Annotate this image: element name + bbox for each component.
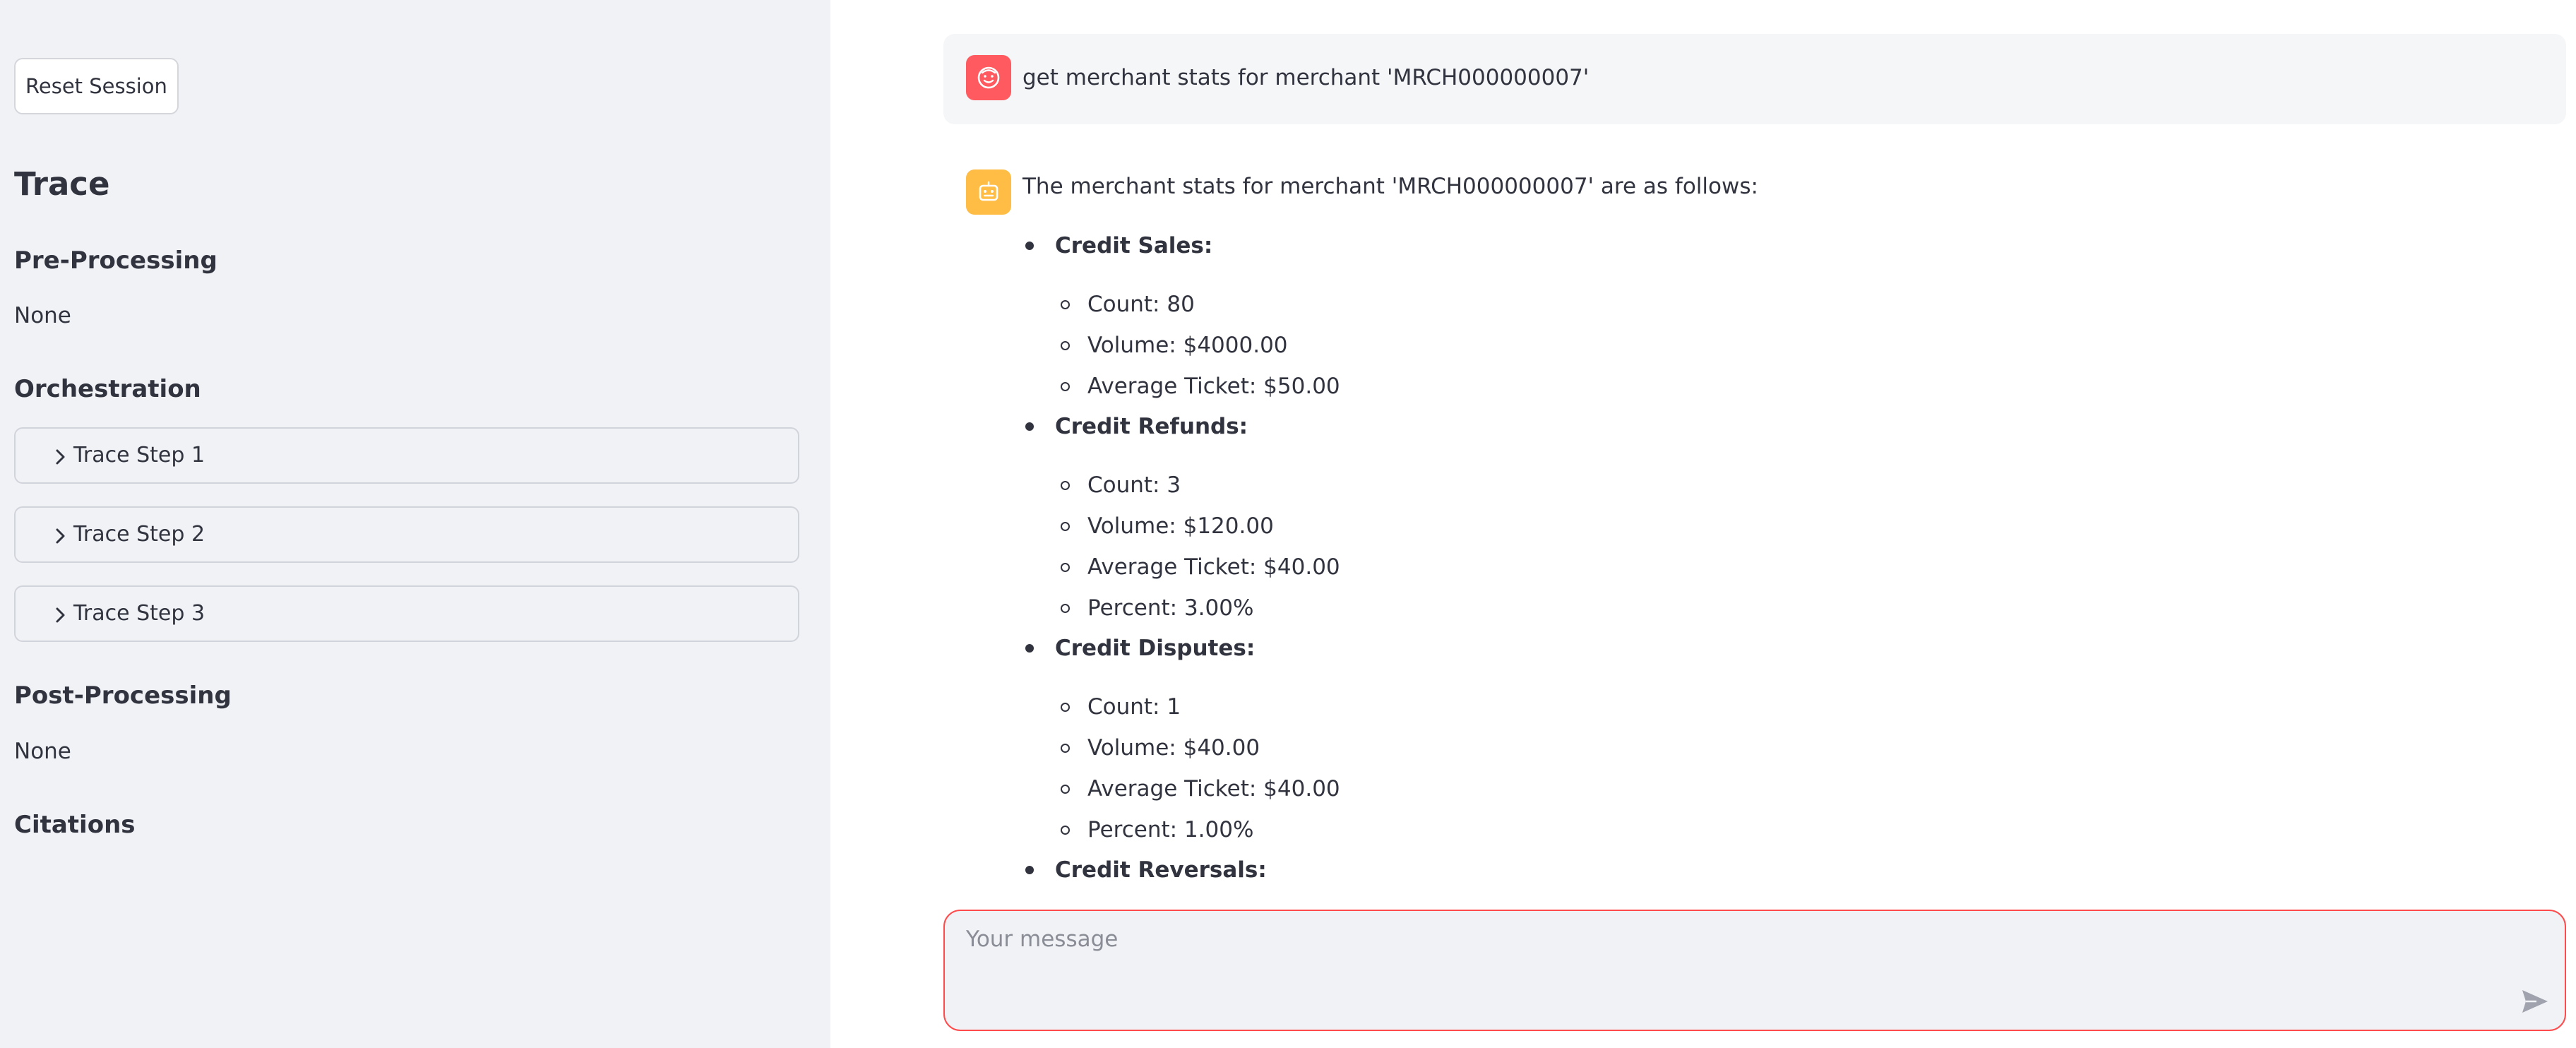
- post-processing-value: None: [14, 739, 71, 764]
- sublist-bullet: [1061, 481, 1070, 490]
- section-title: Credit Sales:: [1055, 233, 1213, 258]
- sublist-bullet: [1061, 744, 1070, 753]
- sublist-bullet: [1061, 785, 1070, 794]
- section-title: Credit Reversals:: [1055, 857, 1267, 883]
- list-item: Volume: $120.00: [1087, 513, 1274, 539]
- reset-session-button[interactable]: Reset Session: [14, 58, 179, 114]
- list-item: Volume: $4000.00: [1087, 333, 1288, 358]
- app: Reset Session Trace Pre-Processing None …: [0, 0, 2576, 1048]
- section-title: Credit Refunds:: [1055, 414, 1248, 439]
- sublist-bullet: [1061, 300, 1070, 309]
- orchestration-heading: Orchestration: [14, 375, 201, 403]
- list-item: Percent: 3.00%: [1087, 595, 1254, 621]
- trace-step-label: Trace Step 2: [73, 522, 205, 547]
- assistant-intro-text: The merchant stats for merchant 'MRCH000…: [1022, 174, 1758, 199]
- trace-step-1-expander[interactable]: Trace Step 1: [14, 427, 799, 484]
- trace-step-label: Trace Step 1: [73, 443, 205, 468]
- list-item: Average Ticket: $40.00: [1087, 554, 1340, 580]
- sublist-bullet: [1061, 703, 1070, 712]
- list-item: Volume: $40.00: [1087, 735, 1260, 761]
- assistant-avatar: [966, 169, 1011, 215]
- sidebar: Reset Session Trace Pre-Processing None …: [0, 0, 830, 1048]
- list-item: Average Ticket: $50.00: [1087, 374, 1340, 399]
- list-bullet: [1025, 422, 1034, 431]
- trace-step-label: Trace Step 3: [73, 601, 205, 626]
- user-message-text: get merchant stats for merchant 'MRCH000…: [1022, 65, 1590, 90]
- list-bullet: [1025, 866, 1034, 874]
- chat-main: get merchant stats for merchant 'MRCH000…: [830, 0, 2576, 1048]
- chevron-right-icon: [56, 607, 65, 623]
- sublist-bullet: [1061, 341, 1070, 350]
- pre-processing-heading: Pre-Processing: [14, 246, 217, 275]
- list-item: Average Ticket: $40.00: [1087, 776, 1340, 802]
- user-avatar: [966, 55, 1011, 100]
- chevron-right-icon: [56, 449, 65, 465]
- chat-message-input[interactable]: [966, 924, 2505, 1008]
- sublist-bullet: [1061, 382, 1070, 391]
- list-item: Count: 3: [1087, 472, 1181, 498]
- pre-processing-value: None: [14, 303, 71, 328]
- sublist-bullet: [1061, 826, 1070, 835]
- list-bullet: [1025, 644, 1034, 653]
- trace-step-3-expander[interactable]: Trace Step 3: [14, 585, 799, 642]
- sublist-bullet: [1061, 604, 1070, 613]
- trace-step-2-expander[interactable]: Trace Step 2: [14, 506, 799, 563]
- chevron-right-icon: [56, 528, 65, 544]
- sublist-bullet: [1061, 563, 1070, 572]
- chat-input-container: [943, 910, 2566, 1031]
- send-icon[interactable]: [2518, 984, 2552, 1018]
- section-title: Credit Disputes:: [1055, 636, 1256, 661]
- sublist-bullet: [1061, 522, 1070, 531]
- list-item: Count: 80: [1087, 292, 1195, 317]
- trace-heading: Trace: [14, 165, 110, 203]
- citations-heading: Citations: [14, 811, 136, 839]
- list-bullet: [1025, 242, 1034, 250]
- list-item: Percent: 1.00%: [1087, 817, 1254, 842]
- user-face-icon: [977, 66, 1000, 89]
- list-item: Count: 1: [1087, 694, 1181, 720]
- robot-icon: [979, 181, 998, 201]
- post-processing-heading: Post-Processing: [14, 681, 232, 710]
